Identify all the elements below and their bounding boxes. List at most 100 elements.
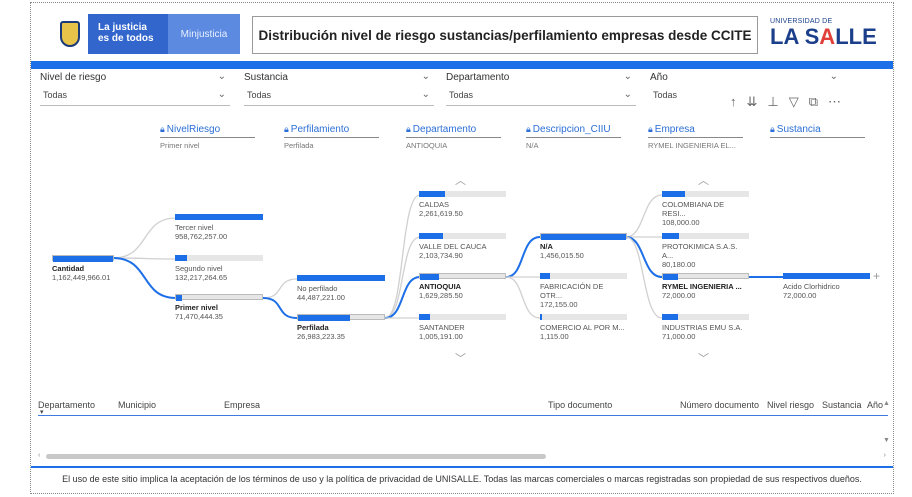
vertical-scrollbar[interactable]: ▲ ▼ — [883, 400, 891, 452]
node-label: VALLE DEL CAUCA — [419, 242, 487, 251]
tree-header-empresa[interactable]: 🔒︎ Empresa RYMEL INGENIERIA EL... — [648, 124, 743, 150]
scroll-down-icon[interactable]: ▼ — [883, 437, 891, 444]
node-label: INDUSTRIAS EMU S.A. — [662, 323, 743, 332]
tree-node-tercer-nivel[interactable]: Tercer nivel 958,762,257.00 — [175, 214, 263, 241]
lock-icon: 🔒︎ — [406, 124, 411, 134]
col-anio[interactable]: Año — [867, 400, 883, 410]
tree-header-sub: N/A — [526, 141, 539, 150]
tree-header-sustancia[interactable]: 🔒︎ Sustancia — [770, 124, 865, 141]
col-sustancia[interactable]: Sustancia — [822, 400, 862, 410]
tree-node-fabricacion[interactable]: FABRICACIÓN DE OTR... 172,155.00 — [540, 273, 627, 309]
tree-node-acido-clorhidrico[interactable]: Acido Clorhidrico 72,000.00 — [783, 273, 870, 300]
scroll-left-icon[interactable]: ‹ — [38, 452, 40, 459]
col-departamento[interactable]: Departamento — [38, 400, 95, 410]
node-value: 1,005,191.00 — [419, 332, 463, 341]
tree-node-root[interactable]: Cantidad 1,162,449,966.01 — [52, 255, 114, 282]
tree-node-colombiana[interactable]: COLOMBIANA DE RESI... 108,000.00 — [662, 191, 749, 227]
scroll-right-icon[interactable]: › — [884, 452, 886, 459]
node-value: 44,487,221.00 — [297, 293, 345, 302]
node-label: SANTANDER — [419, 323, 465, 332]
col-numero-documento[interactable]: Número documento — [680, 400, 759, 410]
tree-node-na[interactable]: N/A 1,456,015.50 — [540, 233, 627, 260]
table-body — [38, 416, 888, 454]
node-value: 1,115.00 — [540, 332, 569, 341]
node-label: No perfilado — [297, 284, 338, 293]
link-na-rymel — [625, 236, 663, 278]
tree-node-perfilada[interactable]: Perfilada 26,983,223.35 — [297, 314, 385, 341]
col-tipo-documento[interactable]: Tipo documento — [548, 400, 612, 410]
node-value: 1,162,449,966.01 — [52, 273, 111, 282]
tree-node-antioquia[interactable]: ANTIOQUIA 1,629,285.50 — [419, 273, 506, 300]
col-municipio[interactable]: Municipio — [118, 400, 156, 410]
tree-header-label: Perfilamiento — [290, 124, 350, 135]
node-value: 72,000.00 — [783, 291, 817, 300]
tree-header-departamento[interactable]: 🔒︎ Departamento ANTIOQUIA — [406, 124, 501, 150]
node-value: 72,000.00 — [662, 291, 696, 300]
tree-node-primer-nivel[interactable]: Primer nivel 71,470,444.35 — [175, 294, 263, 321]
horizontal-scrollbar[interactable]: ‹ › — [38, 452, 886, 462]
node-label: CALDAS — [419, 200, 450, 209]
node-value: 172,155.00 — [540, 300, 578, 309]
node-value: 132,217,264.65 — [175, 273, 228, 282]
link-primer-noperf — [262, 278, 298, 299]
sort-down-icon[interactable]: ▾ — [40, 408, 44, 416]
chevron-down-icon[interactable]: ﹀ — [455, 350, 466, 366]
node-value: 71,000.00 — [662, 332, 696, 341]
node-label: Tercer nivel — [175, 223, 214, 232]
node-value: 80,180.00 — [662, 260, 696, 269]
col-nivel-riesgo[interactable]: Nivel riesgo — [767, 400, 814, 410]
node-value: 958,762,257.00 — [175, 232, 228, 241]
lock-icon: 🔒︎ — [160, 124, 165, 134]
tree-header-label: Descripcion_CIIU — [532, 124, 611, 135]
node-label: FABRICACIÓN DE OTR... — [540, 282, 604, 300]
tree-node-segundo-nivel[interactable]: Segundo nivel 132,217,264.65 — [175, 255, 263, 282]
tree-header-nivelriesgo[interactable]: 🔒︎ NivelRiesgo Primer nivel — [160, 124, 255, 150]
footer-disclaimer: El uso de este sitio implica la aceptaci… — [62, 474, 862, 484]
chevron-up-icon[interactable]: ︿ — [455, 172, 466, 188]
node-value: 108,000.00 — [662, 218, 700, 227]
tree-node-no-perfilado[interactable]: No perfilado 44,487,221.00 — [297, 275, 385, 302]
node-value: 2,103,734.90 — [419, 251, 463, 260]
tree-node-valle-del-cauca[interactable]: VALLE DEL CAUCA 2,103,734.90 — [419, 233, 506, 260]
link-perfilada-antioquia — [384, 276, 421, 319]
node-label: COMERCIO AL POR M... — [540, 323, 625, 332]
chevron-down-icon[interactable]: ﹀ — [698, 350, 709, 366]
node-label: Acido Clorhidrico — [783, 282, 840, 291]
tree-node-industrias-emu[interactable]: INDUSTRIAS EMU S.A. 71,000.00 — [662, 314, 749, 341]
col-empresa[interactable]: Empresa — [224, 400, 260, 410]
tree-node-santander[interactable]: SANTANDER 1,005,191.00 — [419, 314, 506, 341]
tree-node-comercio[interactable]: COMERCIO AL POR M... 1,115.00 — [540, 314, 627, 341]
footer-accent-line — [31, 466, 893, 468]
link-na-industrias — [625, 236, 663, 319]
lock-icon: 🔒︎ — [770, 124, 775, 134]
tree-node-caldas[interactable]: CALDAS 2,261,619.50 — [419, 191, 506, 218]
link-primer-perfilada — [262, 297, 298, 319]
link-na-colombiana — [625, 194, 663, 238]
lock-icon: 🔒︎ — [526, 124, 531, 134]
tree-header-descripcion-ciiu[interactable]: 🔒︎ Descripcion_CIIU N/A — [526, 124, 621, 150]
link-antioquia-na — [505, 236, 541, 278]
tree-header-sub: Perfilada — [284, 141, 314, 150]
table-header: Departamento Municipio Empresa Tipo docu… — [38, 398, 888, 416]
link-root-tercer — [112, 217, 177, 259]
chevron-up-icon[interactable]: ︿ — [698, 172, 709, 188]
tree-header-label: NivelRiesgo — [166, 124, 221, 135]
node-label: Perfilada — [297, 323, 329, 332]
node-value: 1,456,015.50 — [540, 251, 584, 260]
node-label: PROTOKIMICA S.A.S. A... — [662, 242, 738, 260]
lock-icon: 🔒︎ — [648, 124, 653, 134]
tree-node-protokimica[interactable]: PROTOKIMICA S.A.S. A... 80,180.00 — [662, 233, 749, 269]
node-label: N/A — [540, 242, 553, 251]
scroll-thumb[interactable] — [46, 454, 546, 459]
tree-header-label: Departamento — [412, 124, 477, 135]
node-label: RYMEL INGENIERIA ... — [662, 282, 742, 291]
scroll-up-icon[interactable]: ▲ — [883, 400, 891, 407]
lock-icon: 🔒︎ — [284, 124, 289, 134]
tree-header-label: Sustancia — [776, 124, 821, 135]
node-value: 26,983,223.35 — [297, 332, 345, 341]
tree-node-rymel[interactable]: RYMEL INGENIERIA ... 72,000.00 — [662, 273, 749, 300]
node-label: Primer nivel — [175, 303, 218, 312]
tree-header-perfilamiento[interactable]: 🔒︎ Perfilamiento Perfilada — [284, 124, 379, 150]
expand-plus-icon[interactable]: + — [873, 269, 880, 283]
tree-header-sub: ANTIOQUIA — [406, 141, 448, 150]
